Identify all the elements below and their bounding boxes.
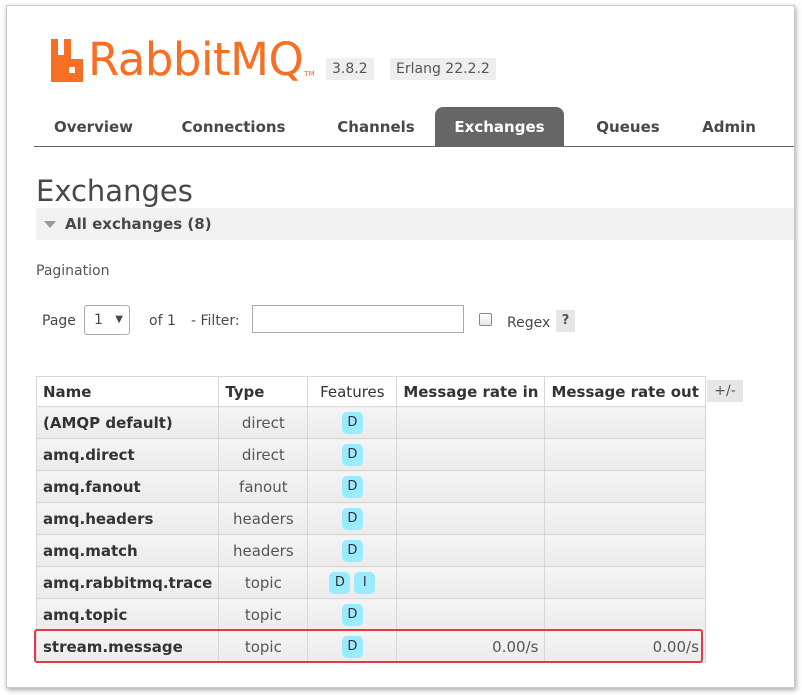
tab-queues[interactable]: Queues: [574, 107, 682, 147]
exchange-type: direct: [218, 438, 309, 471]
table-row: amq.match headers D: [35, 534, 706, 567]
tab-overview[interactable]: Overview: [34, 107, 153, 147]
exchange-name-link[interactable]: amq.direct: [35, 438, 220, 471]
page-select[interactable]: 1 ▼: [84, 305, 130, 335]
rate-out: [544, 502, 706, 535]
durable-badge: D: [341, 443, 363, 466]
page-count-label: of 1: [149, 313, 176, 329]
filter-label: - Filter:: [191, 313, 240, 329]
page-title: Exchanges: [36, 174, 193, 208]
table-row: stream.message topic D 0.00/s 0.00/s: [35, 630, 706, 663]
exchange-features: D: [307, 502, 398, 535]
page-select-value: 1: [94, 312, 103, 328]
exchange-type: topic: [218, 566, 309, 599]
tab-channels[interactable]: Channels: [314, 107, 438, 147]
logo-trademark: TM: [304, 70, 315, 78]
durable-badge: D: [341, 475, 363, 498]
tab-connections[interactable]: Connections: [163, 107, 304, 147]
exchange-name-link[interactable]: (AMQP default): [35, 406, 220, 439]
durable-badge: D: [341, 539, 363, 562]
table-row: amq.headers headers D: [35, 502, 706, 535]
exchange-features: D: [307, 598, 398, 631]
chevron-down-icon: ▼: [115, 314, 123, 325]
tab-exchanges[interactable]: Exchanges: [435, 107, 564, 147]
exchange-type: topic: [218, 598, 309, 631]
table-row: amq.direct direct D: [35, 438, 706, 471]
rate-out: [544, 438, 706, 471]
rate-in: [396, 438, 546, 471]
exchange-name-link[interactable]: stream.message: [35, 630, 220, 663]
exchange-type: headers: [218, 534, 309, 567]
durable-badge: D: [341, 507, 363, 530]
rate-out: [544, 598, 706, 631]
regex-checkbox[interactable]: [479, 313, 492, 326]
column-header-name[interactable]: Name: [35, 376, 220, 407]
column-header-features[interactable]: Features: [307, 376, 398, 407]
column-header-rate-in[interactable]: Message rate in: [396, 376, 546, 407]
durable-badge: D: [341, 635, 363, 658]
all-exchanges-section-toggle[interactable]: All exchanges (8): [36, 208, 794, 240]
durable-badge: D: [341, 603, 363, 626]
exchange-name-link[interactable]: amq.headers: [35, 502, 220, 535]
main-nav-tabs: Overview Connections Channels Exchanges …: [34, 107, 794, 147]
rabbitmq-logo[interactable]: RabbitMQ TM: [49, 30, 315, 82]
rate-in: [396, 470, 546, 503]
exchange-features: D: [307, 438, 398, 471]
exchange-name-link[interactable]: amq.match: [35, 534, 220, 567]
durable-badge: D: [341, 411, 363, 434]
exchange-type: direct: [218, 406, 309, 439]
rate-out: [544, 406, 706, 439]
column-header-type[interactable]: Type: [218, 376, 309, 407]
exchange-name-link[interactable]: amq.topic: [35, 598, 220, 631]
exchange-features: DI: [307, 566, 398, 599]
regex-label: Regex: [507, 315, 551, 331]
durable-badge: D: [329, 571, 351, 594]
table-row: (AMQP default) direct D: [35, 406, 706, 439]
rate-in: [396, 598, 546, 631]
page-label: Page: [42, 313, 76, 329]
exchange-type: fanout: [218, 470, 309, 503]
rate-in: 0.00/s: [396, 630, 546, 663]
table-header-row: Name Type Features Message rate in Messa…: [35, 376, 706, 407]
rate-out: [544, 470, 706, 503]
exchange-name-link[interactable]: amq.fanout: [35, 470, 220, 503]
table-row: amq.topic topic D: [35, 598, 706, 631]
tab-admin[interactable]: Admin: [685, 107, 773, 147]
table-row: amq.fanout fanout D: [35, 470, 706, 503]
section-label: All exchanges (8): [65, 215, 212, 233]
rate-out: [544, 534, 706, 567]
filter-input[interactable]: [252, 305, 464, 333]
exchange-features: D: [307, 470, 398, 503]
logo-text: RabbitMQ: [88, 33, 304, 86]
rate-in: [396, 566, 546, 599]
rate-in: [396, 534, 546, 567]
column-header-rate-out[interactable]: Message rate out: [544, 376, 706, 407]
rabbit-logo-icon: [51, 39, 83, 82]
pagination-label: Pagination: [36, 263, 110, 279]
exchange-features: D: [307, 534, 398, 567]
rate-out: [544, 566, 706, 599]
exchange-name-link[interactable]: amq.rabbitmq.trace: [35, 566, 220, 599]
erlang-version-badge: Erlang 22.2.2: [390, 58, 496, 80]
column-toggle-button[interactable]: +/-: [707, 380, 743, 402]
regex-help-button[interactable]: ?: [556, 310, 575, 332]
exchange-type: headers: [218, 502, 309, 535]
exchange-features: D: [307, 630, 398, 663]
rate-in: [396, 406, 546, 439]
version-badge: 3.8.2: [326, 58, 374, 80]
collapse-triangle-icon: [44, 221, 56, 228]
internal-badge: I: [354, 571, 376, 594]
exchange-features: D: [307, 406, 398, 439]
table-row: amq.rabbitmq.trace topic DI: [35, 566, 706, 599]
rate-out: 0.00/s: [544, 630, 706, 663]
exchange-type: topic: [218, 630, 309, 663]
rate-in: [396, 502, 546, 535]
exchanges-table: Name Type Features Message rate in Messa…: [35, 376, 706, 663]
browser-frame: RabbitMQ TM 3.8.2 Erlang 22.2.2 Overview…: [6, 5, 795, 688]
